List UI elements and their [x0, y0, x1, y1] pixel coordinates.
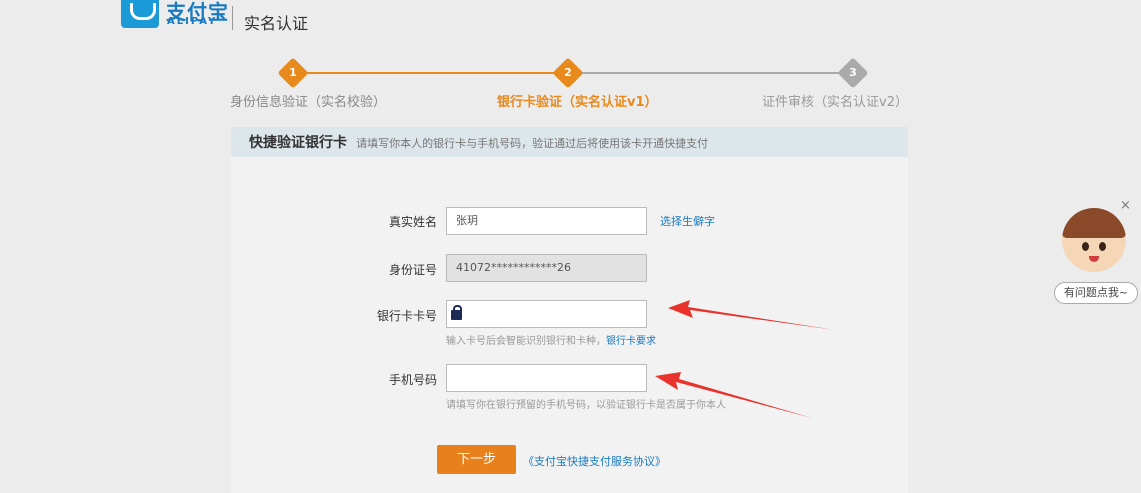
annotation-arrows [655, 300, 835, 418]
avatar-mouth [1089, 256, 1099, 262]
help-button[interactable]: 有问题点我~ [1054, 282, 1138, 304]
arrow-to-bank-card [668, 300, 835, 330]
arrow-to-phone [655, 372, 812, 418]
help-avatar[interactable] [1062, 208, 1126, 272]
avatar-left-eye [1082, 242, 1089, 251]
avatar-hair [1062, 208, 1126, 238]
help-close-icon[interactable]: × [1120, 198, 1131, 213]
avatar-right-eye [1099, 242, 1106, 251]
